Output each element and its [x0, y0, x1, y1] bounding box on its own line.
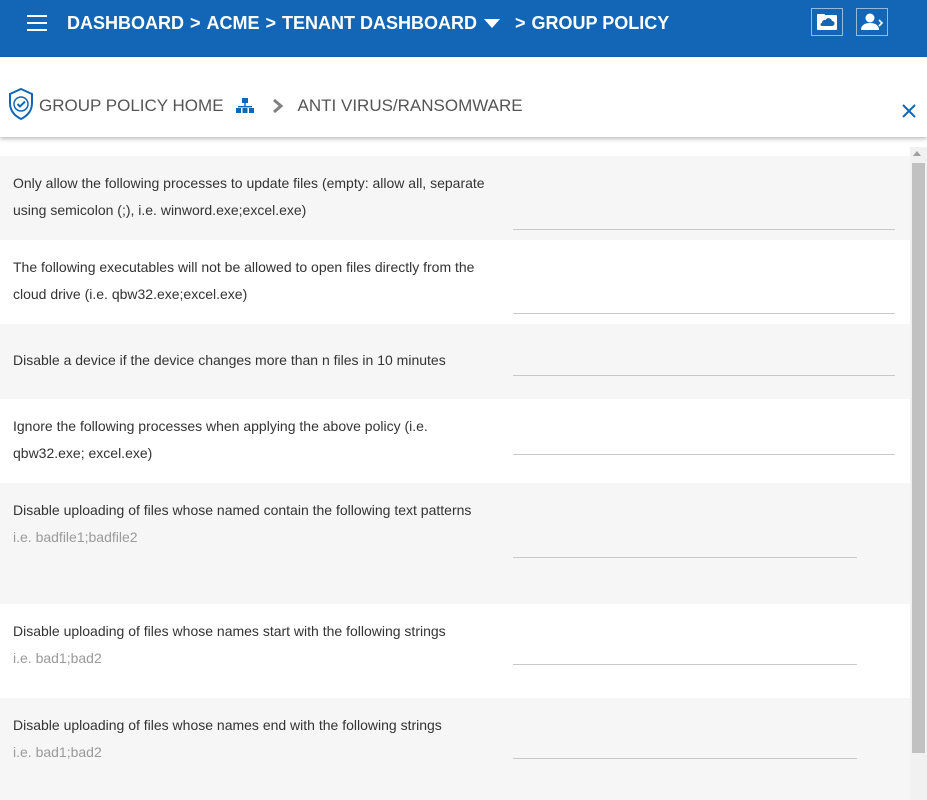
setting-hint: i.e. bad1;bad2 — [13, 650, 102, 666]
setting-row: Only allow the following processes to up… — [0, 156, 910, 240]
allowed-processes-input[interactable] — [513, 211, 895, 230]
setting-row: The following executables will not be al… — [0, 240, 910, 324]
crumb-acme[interactable]: ACME — [207, 13, 260, 34]
setting-row: Disable a device if the device changes m… — [0, 324, 910, 399]
settings-list: Only allow the following processes to up… — [0, 139, 910, 800]
scrollbar-thumb[interactable] — [912, 163, 925, 753]
menu-icon[interactable] — [27, 15, 47, 31]
top-breadcrumb: DASHBOARD > ACME > TENANT DASHBOARD > GR… — [67, 12, 669, 34]
setting-label: Ignore the following processes when appl… — [13, 418, 428, 461]
setting-label: Disable uploading of files whose names e… — [13, 712, 488, 766]
crumb-separator: > — [515, 12, 526, 33]
crumb-tenant-dashboard[interactable]: TENANT DASHBOARD — [282, 13, 477, 34]
chevron-right-icon — [272, 99, 283, 113]
cloud-drive-button[interactable] — [811, 8, 843, 36]
user-icon — [861, 13, 884, 30]
blocked-executables-input[interactable] — [513, 295, 895, 314]
tree-icon[interactable] — [235, 98, 254, 114]
setting-label: Only allow the following processes to up… — [13, 175, 485, 218]
blocked-name-suffix-input[interactable] — [513, 740, 857, 759]
user-account-button[interactable] — [856, 8, 888, 36]
policy-breadcrumb: GROUP POLICY HOME ANTI VIRUS/RANSOMWARE — [39, 96, 523, 116]
setting-row: Ignore the following processes when appl… — [0, 399, 910, 483]
ignored-processes-input[interactable] — [513, 436, 895, 455]
page-header: GROUP POLICY HOME ANTI VIRUS/RANSOMWARE — [0, 57, 927, 137]
shield-check-icon — [9, 87, 33, 121]
top-bar: DASHBOARD > ACME > TENANT DASHBOARD > GR… — [0, 0, 927, 57]
setting-label-text: Disable uploading of files whose names s… — [13, 623, 446, 639]
setting-label-text: Disable uploading of files whose named c… — [13, 502, 472, 518]
crumb-dashboard[interactable]: DASHBOARD — [67, 13, 184, 34]
current-page-label: ANTI VIRUS/RANSOMWARE — [297, 96, 523, 115]
crumb-separator: > — [265, 12, 277, 33]
cloud-folder-icon — [817, 14, 837, 30]
setting-label: Disable uploading of files whose names s… — [13, 618, 488, 672]
setting-row: Disable uploading of files whose names e… — [0, 698, 910, 800]
setting-label: Disable uploading of files whose named c… — [13, 497, 488, 551]
blocked-name-patterns-input[interactable] — [513, 539, 857, 558]
setting-hint: i.e. bad1;bad2 — [13, 744, 102, 760]
setting-label: The following executables will not be al… — [13, 259, 475, 302]
group-policy-home-link[interactable]: GROUP POLICY HOME — [39, 96, 224, 116]
crumb-separator: > — [190, 12, 201, 33]
setting-row: Disable uploading of files whose names s… — [0, 604, 910, 698]
caret-down-icon[interactable] — [484, 18, 501, 28]
blocked-name-prefix-input[interactable] — [513, 646, 857, 665]
crumb-group-policy: GROUP POLICY — [531, 12, 670, 33]
setting-row: Disable uploading of files whose named c… — [0, 483, 910, 604]
scroll-up-arrow-icon[interactable] — [913, 151, 921, 156]
file-change-threshold-input[interactable] — [513, 357, 895, 376]
setting-label: Disable a device if the device changes m… — [13, 352, 446, 368]
setting-label-text: Disable uploading of files whose names e… — [13, 717, 442, 733]
close-icon[interactable] — [899, 101, 919, 121]
setting-hint: i.e. badfile1;badfile2 — [13, 529, 138, 545]
